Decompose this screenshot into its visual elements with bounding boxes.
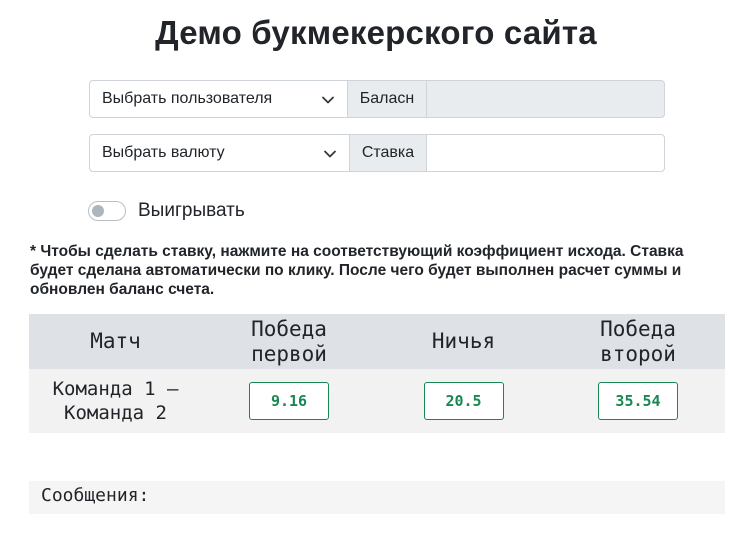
header-draw: Ничья	[431, 329, 496, 353]
odd-cell-draw: 20.5	[376, 369, 551, 433]
match-name: Команда 1 – Команда 2	[29, 369, 202, 433]
user-row: Выбрать пользователя Баласн	[89, 80, 665, 118]
match-name-text: Команда 1 – Команда 2	[52, 378, 179, 424]
currency-row: Выбрать валюту Ставка	[89, 134, 665, 172]
instructions-note: * Чтобы сделать ставку, нажмите на соотв…	[30, 243, 684, 298]
table-header: Матч Победа первой Ничья Победа второй	[29, 314, 725, 369]
odd-button-draw[interactable]: 20.5	[423, 382, 504, 420]
chevron-down-icon	[324, 150, 336, 158]
toggle-knob	[92, 205, 104, 217]
header-first-win: Победа первой	[202, 314, 376, 369]
stake-field[interactable]	[427, 134, 665, 172]
page-title: Демо букмекерского сайта	[155, 14, 597, 51]
odd-button-second-win[interactable]: 35.54	[598, 382, 678, 420]
header-second-win-text: Победа второй	[600, 316, 676, 366]
odd-cell-second: 35.54	[551, 369, 725, 433]
header-match: Матч	[90, 329, 141, 353]
balance-addon-label: Баласн	[348, 80, 427, 118]
odds-table: Матч Победа первой Ничья Победа второй К…	[29, 314, 725, 433]
odd-cell-first: 9.16	[202, 369, 376, 433]
table-row: Команда 1 – Команда 2 9.16 20.5 35.54	[29, 369, 725, 433]
user-select-value: Выбрать пользователя	[102, 90, 273, 107]
user-select[interactable]: Выбрать пользователя	[89, 80, 348, 118]
header-first-win-text: Победа первой	[251, 316, 327, 366]
win-toggle-label: Выигрывать	[138, 200, 245, 221]
currency-select[interactable]: Выбрать валюту	[89, 134, 350, 172]
chevron-down-icon	[322, 96, 334, 104]
balance-field	[427, 80, 665, 118]
currency-select-value: Выбрать валюту	[102, 144, 225, 161]
messages-label: Сообщения:	[41, 485, 150, 506]
odd-button-first-win[interactable]: 9.16	[249, 382, 329, 420]
win-toggle[interactable]	[88, 201, 126, 221]
messages-panel: Сообщения:	[29, 481, 725, 514]
win-toggle-group: Выигрывать	[88, 200, 245, 222]
header-second-win: Победа второй	[551, 314, 725, 369]
stake-addon-label: Ставка	[350, 134, 427, 172]
